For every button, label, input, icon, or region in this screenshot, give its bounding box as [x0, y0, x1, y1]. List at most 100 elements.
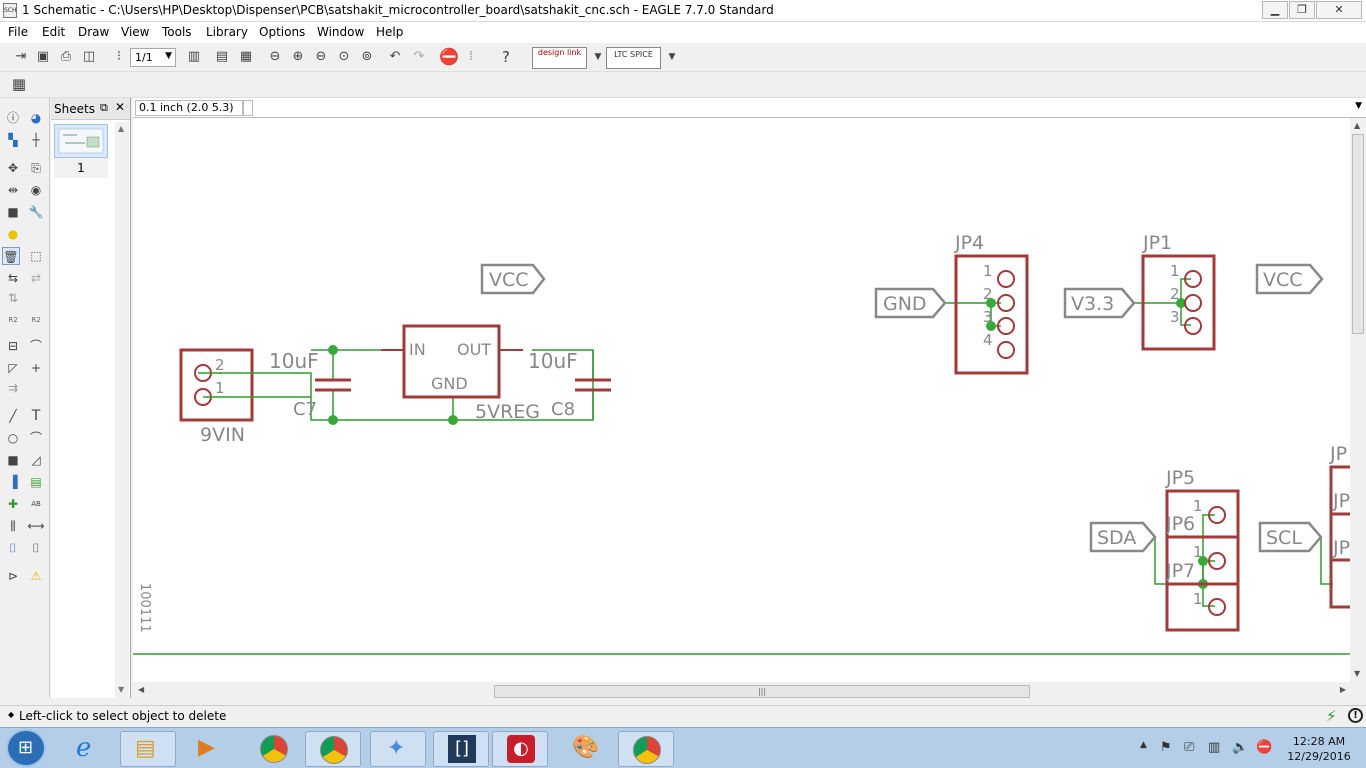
copy-icon[interactable]: ⎘	[27, 159, 45, 177]
sheet-thumbnail[interactable]	[54, 124, 108, 158]
pinswap-icon[interactable]: ⇆	[4, 269, 22, 287]
display-icon[interactable]: ▚	[4, 131, 22, 149]
volume-icon[interactable]: 🔈	[1232, 740, 1248, 755]
vertical-scroll-thumb[interactable]	[1352, 134, 1364, 334]
capacitor-c8[interactable]: 10uF C8	[528, 349, 611, 420]
smash-icon[interactable]: ◸	[4, 359, 22, 377]
zoom-redraw-icon[interactable]: ⊙	[335, 48, 353, 66]
taskbar-chrome-2[interactable]	[305, 731, 361, 767]
chevron-down-icon[interactable]: ▼	[589, 48, 607, 66]
label-gnd[interactable]: GND	[874, 287, 947, 319]
split-icon[interactable]: ⊟	[4, 337, 22, 355]
add-icon[interactable]: ⬚	[27, 247, 45, 265]
module-icon[interactable]: ⌷	[27, 539, 45, 557]
wire-icon[interactable]: ╱	[4, 407, 22, 425]
taskbar-clock[interactable]: 12:28 AM 12/29/2016	[1284, 734, 1354, 764]
horizontal-scroll-thumb[interactable]: |||	[494, 685, 1030, 698]
open-icon[interactable]: ⇥	[12, 48, 30, 66]
optimize-icon[interactable]: +	[27, 359, 45, 377]
device-icon[interactable]: ⎚	[1184, 740, 1194, 755]
junction-icon[interactable]: ✚	[4, 495, 22, 513]
menu-options[interactable]: Options	[259, 25, 305, 39]
network-icon[interactable]: ▥	[1208, 740, 1220, 755]
lightning-icon[interactable]: ⚡	[1326, 707, 1337, 725]
arc-icon[interactable]: ⌒	[27, 429, 45, 447]
regulator-5vreg[interactable]: IN OUT GND 5VREG	[381, 324, 540, 423]
grid-icon[interactable]: ▦	[10, 75, 28, 93]
eagle-app-icon[interactable]: SCH	[3, 3, 17, 18]
menu-view[interactable]: View	[121, 25, 149, 39]
move-icon[interactable]: ✥	[4, 159, 22, 177]
minimize-button[interactable]: ▁	[1262, 1, 1288, 19]
sheets-scrollbar[interactable]: ▲ ▼	[115, 122, 129, 698]
scroll-right-icon[interactable]: ▶	[1340, 685, 1346, 694]
command-line-input[interactable]	[255, 100, 1345, 116]
scroll-down-icon[interactable]: ▼	[118, 685, 124, 694]
undo-icon[interactable]: ↶	[386, 48, 404, 66]
show-icon[interactable]: ◕	[27, 109, 45, 127]
label-icon[interactable]: AB	[27, 495, 45, 513]
mirror-icon[interactable]: ⇹	[4, 181, 22, 199]
taskbar-app-red[interactable]: ◐	[492, 731, 548, 767]
dimension-icon[interactable]: ⟷	[27, 517, 45, 535]
paste-icon[interactable]: ●	[4, 225, 22, 243]
go-icon[interactable]: ⁞	[462, 48, 480, 66]
taskbar-app-bracket[interactable]: []	[433, 731, 489, 767]
header-jp5-jp7[interactable]: 1 1 1 JP5 JP6 JP7	[1165, 467, 1240, 632]
brd-switch-icon[interactable]: ▦	[237, 48, 255, 66]
bus-icon[interactable]: ▐	[4, 473, 22, 491]
header-jp1[interactable]: 1 2 3 JP1	[1141, 232, 1216, 351]
taskbar-explorer[interactable]: ▤	[120, 731, 176, 767]
cam-icon[interactable]: ◫	[80, 48, 98, 66]
taskbar-ie[interactable]: ℯ	[62, 731, 118, 767]
horizontal-scrollbar[interactable]: ◀ ||| ▶	[133, 682, 1350, 700]
name-icon[interactable]: R2	[4, 311, 22, 329]
taskbar-app-plugin[interactable]: ✦	[370, 731, 426, 767]
taskbar-paint[interactable]: 🎨	[556, 731, 612, 767]
ltspice-button[interactable]: LTC SPICE	[606, 47, 661, 69]
taskbar-media-player[interactable]: ▶	[182, 731, 238, 767]
board-icon[interactable]: ▥	[185, 48, 203, 66]
menu-help[interactable]: Help	[376, 25, 403, 39]
warning-icon[interactable]: ⚠	[27, 567, 45, 585]
miter-icon[interactable]: ⌒	[27, 337, 45, 355]
erc-icon[interactable]: ⊳	[4, 567, 22, 585]
menu-window[interactable]: Window	[317, 25, 364, 39]
chevron-down-icon[interactable]: ▼	[663, 48, 681, 66]
taskbar-chrome-3[interactable]	[618, 731, 674, 767]
attribute-icon[interactable]: ⫼	[4, 517, 22, 535]
header-partial-right[interactable]: JP JP JP	[1329, 443, 1350, 609]
zoom-out-icon[interactable]: ⊖	[312, 48, 330, 66]
schematic-canvas[interactable]: 100111 2 1 9VIN 10uF C7 IN OUT GND 5VREG…	[133, 118, 1350, 682]
label-scl[interactable]: SCL	[1258, 521, 1323, 553]
rotate-icon[interactable]: ◉	[27, 181, 45, 199]
menu-tools[interactable]: Tools	[162, 25, 192, 39]
scroll-left-icon[interactable]: ◀	[138, 685, 144, 694]
stop-icon[interactable]: !	[1348, 708, 1363, 723]
zoom-fit-icon[interactable]: ⊖	[266, 48, 284, 66]
rect-icon[interactable]: ■	[4, 451, 22, 469]
group-icon[interactable]: ■	[4, 203, 22, 221]
label-v33[interactable]: V3.3	[1063, 287, 1136, 319]
value-icon[interactable]: R2	[27, 311, 45, 329]
menu-draw[interactable]: Draw	[78, 25, 109, 39]
start-button[interactable]: ⊞	[6, 729, 46, 767]
redo-icon[interactable]: ↷	[410, 48, 428, 66]
frame-icon[interactable]: ⌷	[4, 539, 22, 557]
close-button[interactable]: ✕	[1316, 1, 1362, 19]
chevron-down-icon[interactable]: ▼	[1355, 101, 1362, 111]
maximize-button[interactable]: ❐	[1289, 1, 1315, 19]
schematic-icon[interactable]: ▤	[213, 48, 231, 66]
help-icon[interactable]: ?	[497, 48, 515, 66]
text-icon[interactable]: T	[27, 407, 45, 425]
menu-library[interactable]: Library	[206, 25, 248, 39]
supply-vcc-2[interactable]: VCC	[1255, 263, 1324, 295]
print-icon[interactable]: ⎙	[57, 48, 75, 66]
menu-file[interactable]: File	[8, 25, 28, 39]
supply-vcc-1[interactable]: VCC	[480, 263, 546, 295]
change-icon[interactable]: 🔧	[27, 203, 45, 221]
flag-icon[interactable]: ⚑	[1160, 740, 1172, 755]
sheet-nav-icon[interactable]: ⁝	[110, 48, 128, 66]
gateswap-icon[interactable]: ⇄	[27, 269, 45, 287]
capacitor-c7[interactable]: 10uF C7	[269, 349, 351, 420]
